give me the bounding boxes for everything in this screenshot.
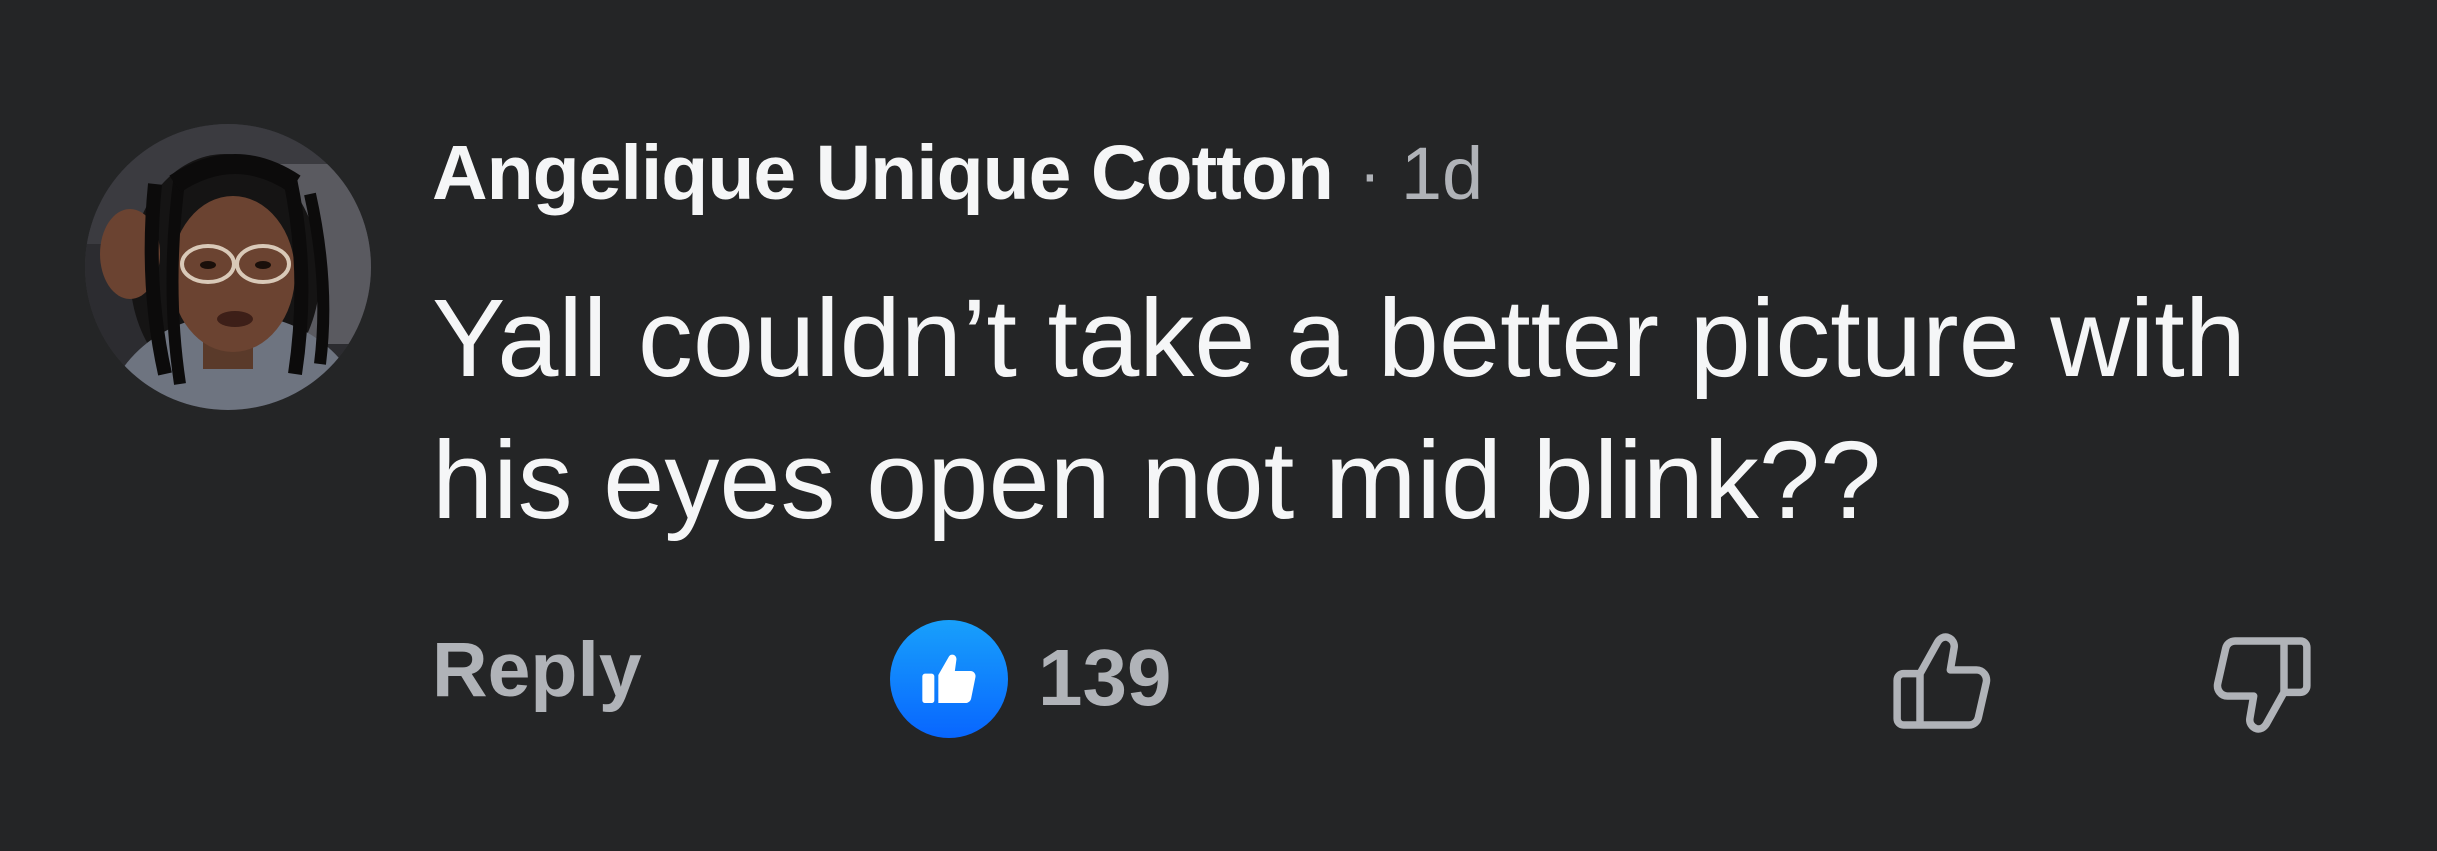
comment: Angelique Unique Cotton · 1d Yall couldn… [0,0,2437,851]
thumbs-down-outline-icon [2213,637,2311,733]
author-name[interactable]: Angelique Unique Cotton [432,129,1334,218]
like-reaction-icon[interactable] [890,620,1008,738]
like-count[interactable]: 139 [1038,628,1171,728]
thumbs-up-filled-icon [922,654,976,703]
upvote-button[interactable] [1876,618,2006,748]
separator-dot: · [1358,136,1381,210]
reply-button[interactable]: Reply [432,620,642,720]
downvote-button[interactable] [2198,618,2328,748]
timestamp[interactable]: 1d [1401,131,1483,216]
profile-photo [85,124,371,410]
comment-text: Yall couldn’t take a better picture with… [432,277,2246,542]
avatar[interactable] [85,124,371,410]
thumbs-up-outline-icon [1893,633,1991,729]
comment-header: Angelique Unique Cotton · 1d [432,128,1483,218]
